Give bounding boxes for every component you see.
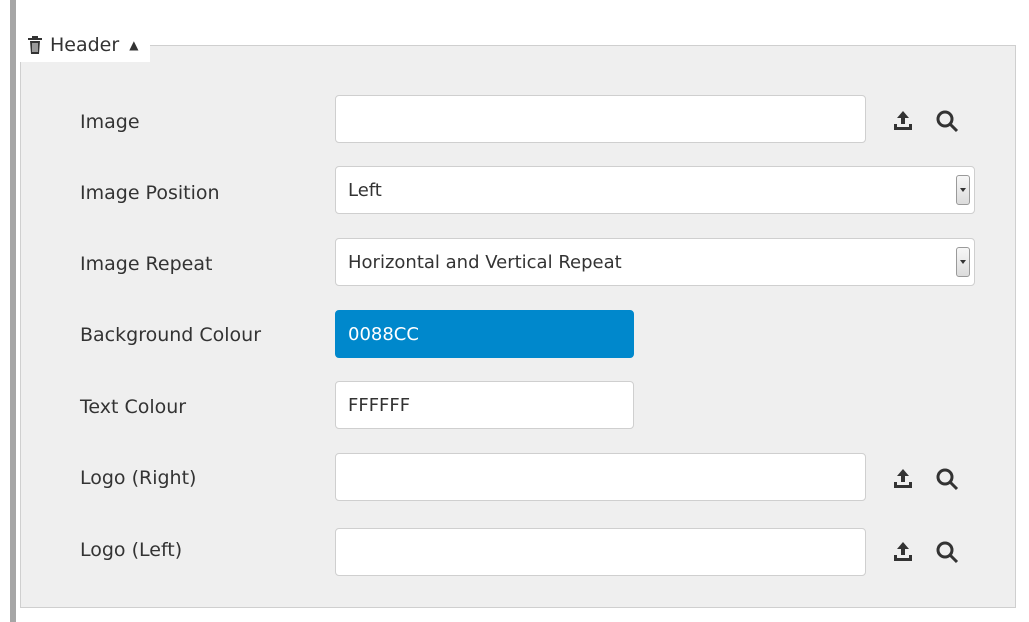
image-position-label: Image Position	[80, 182, 220, 204]
section-legend: Header ▲	[20, 28, 151, 62]
search-icon[interactable]	[934, 108, 960, 134]
section-title: Header	[50, 34, 120, 56]
logo-left-label: Logo (Left)	[80, 539, 183, 561]
logo-right-label: Logo (Right)	[80, 467, 197, 489]
upload-icon[interactable]	[890, 539, 916, 565]
image-repeat-value: Horizontal and Vertical Repeat	[348, 251, 622, 273]
image-repeat-select[interactable]: Horizontal and Vertical Repeat	[335, 238, 975, 286]
upload-icon[interactable]	[890, 108, 916, 134]
upload-icon[interactable]	[890, 466, 916, 492]
caret-up-icon[interactable]: ▲	[129, 39, 138, 51]
search-icon[interactable]	[934, 466, 960, 492]
background-colour-input[interactable]: 0088CC	[335, 310, 634, 358]
image-repeat-label: Image Repeat	[80, 253, 213, 275]
image-input[interactable]	[335, 95, 866, 143]
logo-left-input[interactable]	[335, 528, 866, 576]
search-icon[interactable]	[934, 539, 960, 565]
image-position-value: Left	[348, 179, 382, 201]
logo-right-input[interactable]	[335, 453, 866, 501]
text-colour-label: Text Colour	[80, 396, 187, 418]
chevron-down-icon[interactable]	[956, 175, 970, 205]
image-position-select[interactable]: Left	[335, 166, 975, 214]
chevron-down-icon[interactable]	[956, 247, 970, 277]
text-colour-input[interactable]: FFFFFF	[335, 381, 634, 429]
image-label: Image	[80, 111, 140, 133]
trash-icon[interactable]	[28, 36, 42, 54]
background-colour-label: Background Colour	[80, 324, 262, 346]
